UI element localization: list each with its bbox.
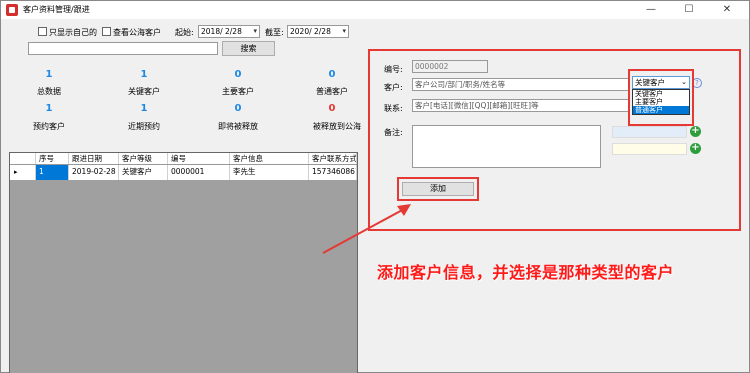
plus-icon[interactable]: + (690, 126, 701, 137)
table-cell[interactable]: 2019-02-28 (69, 165, 119, 180)
chevron-down-icon: ⌄ (681, 78, 687, 86)
chevron-down-icon: ▾ (342, 27, 346, 35)
column-header[interactable]: 序号 (36, 153, 69, 164)
column-header[interactable]: 跟进日期 (69, 153, 119, 164)
start-date-label: 起始: (175, 28, 194, 37)
level-option[interactable]: 关键客户 (633, 90, 689, 98)
start-date-picker[interactable]: 2018/ 2/28 ▾ (198, 25, 260, 38)
column-header[interactable]: 客户联系方式 (309, 153, 357, 164)
contact-field[interactable]: 客户[电话][微信][QQ][邮箱][旺旺]等 (412, 99, 630, 112)
stat-total-value: 1 (45, 69, 53, 80)
only-mine-label: 只显示自己的 (49, 28, 97, 37)
level-option[interactable]: 普通客户 (633, 106, 689, 114)
search-input[interactable] (28, 42, 218, 55)
search-button[interactable]: 搜索 (222, 41, 275, 56)
stat-key-value: 1 (140, 69, 148, 80)
window-title: 客户资料管理/跟进 (23, 5, 90, 14)
extra-field-1[interactable] (612, 126, 687, 138)
stat-releasing-value: 0 (234, 103, 242, 114)
end-date-value: 2020/ 2/28 (290, 27, 331, 36)
customer-level-value: 关键客户 (635, 78, 665, 87)
stat-total-label: 总数据 (37, 87, 61, 96)
only-mine-checkbox[interactable] (38, 27, 47, 36)
customer-level-options[interactable]: 关键客户 主要客户 普通客户 (632, 89, 690, 115)
column-header[interactable]: 编号 (168, 153, 230, 164)
stat-recent-value: 1 (140, 103, 148, 114)
column-header[interactable]: 客户等级 (119, 153, 168, 164)
public-pool-label: 查看公海客户 (113, 28, 161, 37)
stat-main-value: 0 (234, 69, 242, 80)
table-cell[interactable]: 0000001 (168, 165, 230, 180)
note-textarea[interactable] (412, 125, 601, 168)
table-cell[interactable]: 15734608610 (309, 165, 357, 180)
annotation-caption: 添加客户信息，并选择是那种类型的客户 (377, 263, 675, 282)
table-row[interactable]: ▸ 1 2019-02-28 关键客户 0000001 李先生 15734608… (10, 165, 357, 180)
stat-releasing-label: 即将被释放 (218, 122, 258, 131)
app-window: 客户资料管理/跟进 — ☐ ✕ 只显示自己的 查看公海客户 起始: 2018/ … (0, 0, 750, 373)
start-date-value: 2018/ 2/28 (201, 27, 242, 36)
customer-level-select[interactable]: 关键客户 ⌄ (632, 76, 690, 89)
title-bar: 客户资料管理/跟进 — ☐ ✕ (1, 1, 749, 19)
table-cell[interactable]: 李先生 (230, 165, 309, 180)
stat-recent-label: 近期预约 (128, 122, 160, 131)
stat-appointment-value: 1 (45, 103, 53, 114)
column-header[interactable]: 客户信息 (230, 153, 309, 164)
public-pool-checkbox[interactable] (102, 27, 111, 36)
extra-field-2[interactable] (612, 143, 687, 155)
customer-grid[interactable]: 序号 跟进日期 客户等级 编号 客户信息 客户联系方式 ▸ 1 2019-02-… (9, 152, 358, 373)
contact-label: 联系: (384, 104, 403, 113)
plus-icon[interactable]: + (690, 143, 701, 154)
customer-field[interactable]: 客户公司/部门/职务/姓名等 (412, 78, 630, 91)
grid-corner (10, 153, 36, 164)
level-option[interactable]: 主要客户 (633, 98, 689, 106)
maximize-button[interactable]: ☐ (669, 1, 709, 19)
app-icon (6, 4, 18, 16)
annotation-arrow-icon (322, 204, 411, 254)
number-field: 0000002 (412, 60, 488, 73)
end-date-label: 截至: (265, 28, 284, 37)
stat-released-value: 0 (328, 103, 336, 114)
chevron-down-icon: ▾ (253, 27, 257, 35)
grid-header: 序号 跟进日期 客户等级 编号 客户信息 客户联系方式 (10, 153, 357, 165)
stat-released-label: 被释放到公海 (313, 122, 361, 131)
note-label: 备注: (384, 128, 403, 137)
number-label: 编号: (384, 65, 403, 74)
table-cell[interactable]: 1 (36, 165, 69, 180)
stat-normal-label: 普通客户 (316, 87, 348, 96)
end-date-picker[interactable]: 2020/ 2/28 ▾ (287, 25, 349, 38)
customer-label: 客户: (384, 83, 403, 92)
close-button[interactable]: ✕ (707, 1, 747, 19)
stat-normal-value: 0 (328, 69, 336, 80)
table-cell[interactable]: 关键客户 (119, 165, 168, 180)
add-button[interactable]: 添加 (402, 182, 474, 196)
stat-main-label: 主要客户 (222, 87, 254, 96)
row-pointer-icon: ▸ (10, 165, 36, 180)
stat-appointment-label: 预约客户 (33, 122, 65, 131)
stat-key-label: 关键客户 (128, 87, 160, 96)
minimize-button[interactable]: — (631, 1, 671, 19)
